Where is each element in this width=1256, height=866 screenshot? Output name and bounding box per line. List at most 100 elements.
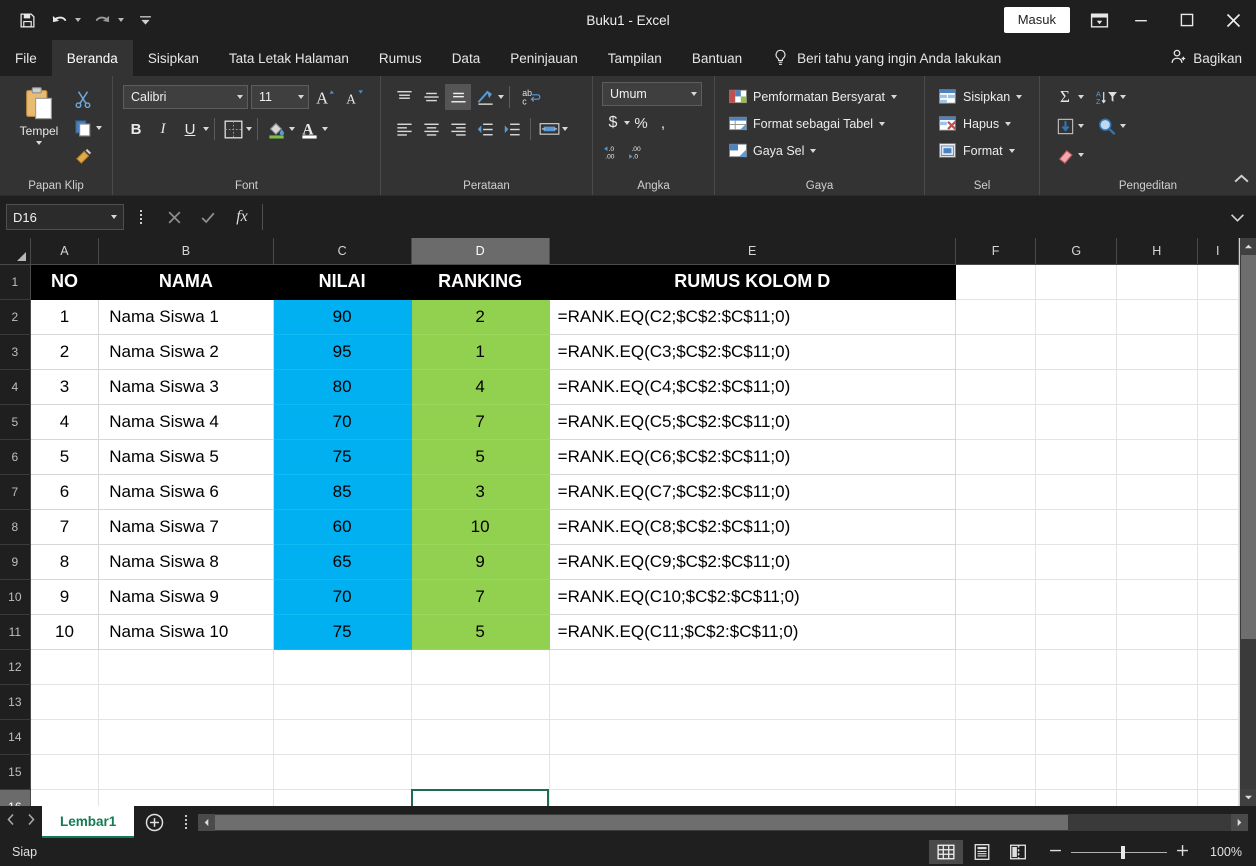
find-select-caret-icon[interactable]: [1120, 124, 1126, 128]
save-icon[interactable]: [12, 6, 42, 34]
cell-e13[interactable]: [549, 684, 956, 720]
align-left-button[interactable]: [391, 116, 417, 142]
cell-i12[interactable]: [1197, 649, 1239, 685]
share-button[interactable]: Bagikan: [1170, 40, 1256, 76]
align-middle-button[interactable]: [418, 84, 444, 110]
cell-d11[interactable]: 5: [411, 614, 550, 650]
cell-a15[interactable]: [30, 754, 100, 790]
cell-a9[interactable]: 8: [30, 544, 100, 580]
cell-b15[interactable]: [98, 754, 274, 790]
row-header-12[interactable]: 12: [0, 649, 31, 685]
sign-in-button[interactable]: Masuk: [1003, 7, 1070, 33]
find-select-button[interactable]: [1094, 113, 1120, 139]
cell-d7[interactable]: 3: [411, 474, 550, 510]
font-size-caret-icon[interactable]: [298, 95, 304, 99]
vertical-scroll-track[interactable]: [1239, 255, 1256, 789]
cell-d10[interactable]: 7: [411, 579, 550, 615]
cell-c9[interactable]: 65: [273, 544, 412, 580]
cell-e5[interactable]: =RANK.EQ(C5;$C$2:$C$11;0): [549, 404, 956, 440]
cell-f15[interactable]: [955, 754, 1037, 790]
insert-cells-button[interactable]: Sisipkan: [935, 84, 1026, 110]
cell-a16[interactable]: [30, 789, 100, 806]
cell-a5[interactable]: 4: [30, 404, 100, 440]
tab-sisipkan[interactable]: Sisipkan: [133, 40, 214, 76]
cell-b6[interactable]: Nama Siswa 5: [98, 439, 274, 475]
tab-bantuan[interactable]: Bantuan: [677, 40, 757, 76]
vertical-scroll-thumb[interactable]: [1240, 255, 1256, 640]
cell-a2[interactable]: 1: [30, 299, 100, 335]
font-size-combo[interactable]: 11: [251, 85, 309, 109]
zoom-out-minus-icon[interactable]: [1049, 844, 1062, 860]
cell-h9[interactable]: [1116, 544, 1198, 580]
cell-f14[interactable]: [955, 719, 1037, 755]
merge-center-caret-icon[interactable]: [562, 127, 568, 131]
cell-g15[interactable]: [1035, 754, 1117, 790]
orientation-split-button[interactable]: [472, 84, 504, 110]
cell-a10[interactable]: 9: [30, 579, 100, 615]
cell-e14[interactable]: [549, 719, 956, 755]
cell-i5[interactable]: [1197, 404, 1239, 440]
cell-g16[interactable]: [1035, 789, 1117, 806]
row-header-3[interactable]: 3: [0, 334, 31, 370]
cell-a1[interactable]: NO: [30, 264, 100, 300]
column-header-i[interactable]: I: [1197, 238, 1239, 265]
conditional-formatting-button[interactable]: Pemformatan Bersyarat: [725, 84, 901, 110]
cell-b10[interactable]: Nama Siswa 9: [98, 579, 274, 615]
cell-d4[interactable]: 4: [411, 369, 550, 405]
scroll-right-icon[interactable]: [1231, 813, 1248, 831]
scroll-down-icon[interactable]: [1239, 789, 1256, 806]
cell-b13[interactable]: [98, 684, 274, 720]
column-header-b[interactable]: B: [98, 238, 274, 265]
cell-g1[interactable]: [1035, 264, 1117, 300]
font-color-caret-icon[interactable]: [322, 127, 328, 131]
zoom-slider[interactable]: [1071, 845, 1167, 859]
delete-cells-caret-icon[interactable]: [1005, 122, 1012, 126]
cell-f16[interactable]: [955, 789, 1037, 806]
cell-b12[interactable]: [98, 649, 274, 685]
cell-c4[interactable]: 80: [273, 369, 412, 405]
worksheet-grid[interactable]: A B C D E F G H I 1 NO NAMA NILAI RANKIN…: [0, 238, 1239, 806]
increase-decimal-button[interactable]: .0.00: [602, 138, 624, 164]
borders-split-button[interactable]: [220, 116, 252, 142]
cell-a6[interactable]: 5: [30, 439, 100, 475]
underline-caret-icon[interactable]: [203, 127, 209, 131]
cell-i10[interactable]: [1197, 579, 1239, 615]
cell-g13[interactable]: [1035, 684, 1117, 720]
cell-e7[interactable]: =RANK.EQ(C7;$C$2:$C$11;0): [549, 474, 956, 510]
sort-filter-button[interactable]: AZ: [1094, 84, 1120, 110]
cell-d13[interactable]: [411, 684, 550, 720]
cell-a3[interactable]: 2: [30, 334, 100, 370]
cell-d16-selected[interactable]: [411, 789, 550, 806]
cell-e16[interactable]: [549, 789, 956, 806]
cell-i16[interactable]: [1197, 789, 1239, 806]
horizontal-scroll-track[interactable]: [215, 814, 1231, 831]
scroll-left-icon[interactable]: [198, 813, 216, 831]
cell-styles-caret-icon[interactable]: [810, 149, 817, 153]
cell-h7[interactable]: [1116, 474, 1198, 510]
cell-f13[interactable]: [955, 684, 1037, 720]
zoom-in-plus-icon[interactable]: [1176, 844, 1189, 860]
cell-a14[interactable]: [30, 719, 100, 755]
fill-color-button[interactable]: [263, 116, 289, 142]
cell-a7[interactable]: 6: [30, 474, 100, 510]
cell-g10[interactable]: [1035, 579, 1117, 615]
tab-beranda[interactable]: Beranda: [51, 40, 133, 76]
increase-indent-button[interactable]: [499, 116, 525, 142]
cell-b1[interactable]: NAMA: [98, 264, 274, 300]
cell-a8[interactable]: 7: [30, 509, 100, 545]
cell-e11[interactable]: =RANK.EQ(C11;$C$2:$C$11;0): [549, 614, 956, 650]
cell-b3[interactable]: Nama Siswa 2: [98, 334, 274, 370]
cell-h8[interactable]: [1116, 509, 1198, 545]
redo-split[interactable]: [87, 6, 128, 34]
tell-me-box[interactable]: Beri tahu yang ingin Anda lakukan: [771, 40, 1001, 76]
tab-tata-letak-halaman[interactable]: Tata Letak Halaman: [214, 40, 364, 76]
next-sheet-icon[interactable]: [26, 813, 36, 831]
cell-d14[interactable]: [411, 719, 550, 755]
cell-b11[interactable]: Nama Siswa 10: [98, 614, 274, 650]
cell-e15[interactable]: [549, 754, 956, 790]
cell-d8[interactable]: 10: [411, 509, 550, 545]
cell-h1[interactable]: [1116, 264, 1198, 300]
cell-b16[interactable]: [98, 789, 274, 806]
autosum-button[interactable]: Σ: [1052, 84, 1078, 110]
cell-g3[interactable]: [1035, 334, 1117, 370]
